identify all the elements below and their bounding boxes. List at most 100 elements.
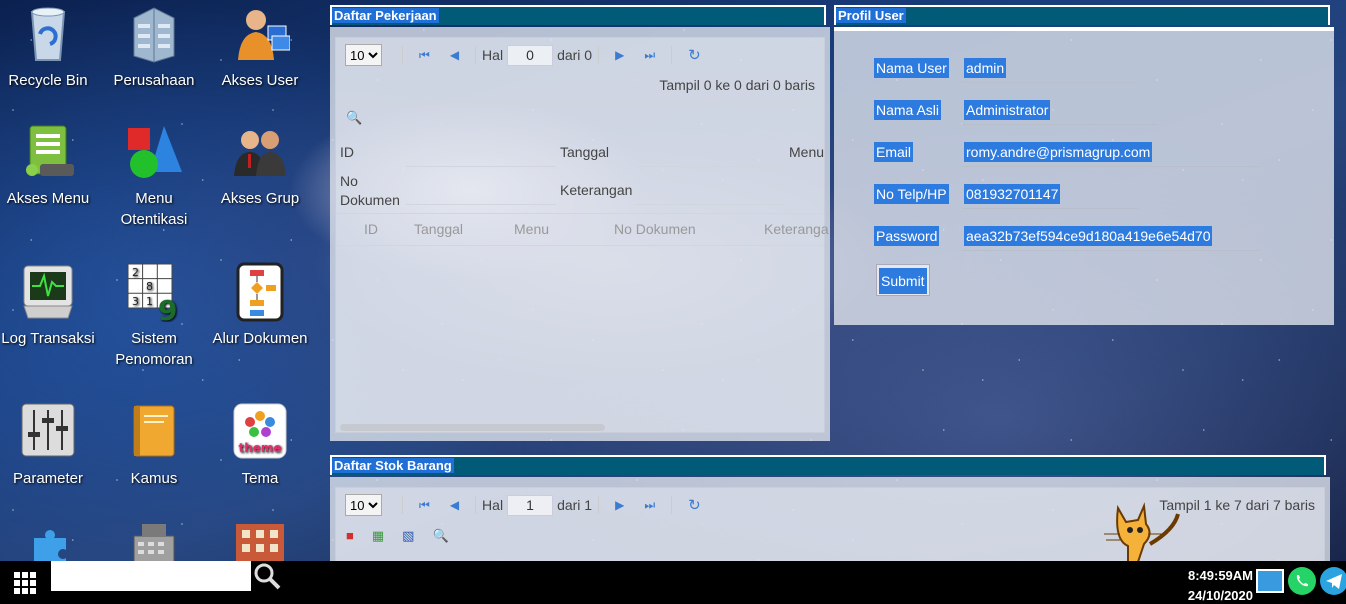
stock-list-pager: 10 ⏮ ◀ Hal 1 dari 1 ▶ ⏭ ↻ [345,492,711,518]
refresh-icon[interactable]: ↻ [688,496,701,514]
taskbar-search-input[interactable] [51,561,251,591]
page-size-select[interactable]: 10 [345,494,382,516]
field-label-nama-user: Nama User [874,58,949,78]
column-header-tanggal[interactable]: Tanggal [414,221,463,237]
desktop-icon-kamus[interactable]: Kamus [102,402,206,489]
desktop-icon-label: Menu Otentikasi [120,190,188,228]
first-page-icon[interactable]: ⏮ [419,498,430,513]
clock-date: 24/10/2020 [1187,588,1253,603]
telegram-icon[interactable] [1320,567,1346,595]
column-header-menu[interactable]: Menu [514,221,549,237]
filter-id-input[interactable] [406,166,556,167]
cash-register-icon[interactable] [128,520,180,561]
pager-separator [671,496,673,514]
desktop-icon-akses-grup[interactable]: Akses Grup [208,122,312,209]
desktop-icon-menu-otentikasi[interactable]: Menu Otentikasi [102,122,206,230]
refresh-icon[interactable]: ↻ [688,46,701,64]
flowchart-icon [230,262,290,322]
group-icon [230,122,290,182]
desktop-icon-label: Log Transaksi [1,330,95,347]
desktop-screen-icon[interactable] [1256,569,1284,593]
whatsapp-icon[interactable] [1288,567,1316,595]
page-number-input[interactable]: 0 [507,44,554,66]
work-list-panel: 10 ⏮ ◀ Hal 0 dari 0 ▶ ⏭ ↻ Tampil 0 ke 0 … [330,27,830,441]
next-page-icon[interactable]: ▶ [615,48,624,62]
desktop-icon-label: Akses Grup [220,190,300,207]
page-of-label: dari 1 [557,497,593,513]
desktop-icon-sistem-penomoran[interactable]: 28319 Sistem Penomoran [102,262,206,370]
filter-tanggal-input[interactable] [636,166,784,167]
search-icon[interactable]: 🔍 [346,110,362,126]
profile-title: Profil User [836,8,906,23]
pager-separator [475,46,477,64]
divider [336,213,824,214]
page-number-input[interactable]: 1 [507,494,554,516]
desktop-icon-akses-user[interactable]: Akses User [208,4,312,91]
search-icon[interactable] [252,561,282,591]
desktop-icon-recycle-bin[interactable]: Recycle Bin [0,4,100,91]
next-page-icon[interactable]: ▶ [615,498,624,512]
submit-button[interactable]: Submit [876,264,930,296]
desktop-icon-parameter[interactable]: Parameter [0,402,100,489]
filter-dokumen-label: Dokumen [340,192,400,208]
shapes-icon [124,122,184,182]
field-label-email: Email [874,142,914,162]
field-value-nama-asli[interactable]: Administrator [964,100,1051,120]
page-size-select[interactable]: 10 [345,44,382,66]
prev-page-icon[interactable]: ◀ [450,498,459,512]
column-header-id[interactable]: ID [364,221,378,237]
profile-header: Profil User [834,5,1330,25]
last-page-icon[interactable]: ⏭ [644,48,655,63]
word-export-icon[interactable]: ▧ [402,528,414,544]
desktop-icon-perusahaan[interactable]: Perusahaan [102,4,206,91]
filter-keterangan-input[interactable] [636,204,786,205]
svg-text:1: 1 [146,295,153,308]
recycle-bin-icon [18,4,78,64]
search-icon[interactable]: 🔍 [432,528,448,544]
desktop-icon-label: Tema [241,470,279,487]
field-label-password: Password [874,226,940,246]
menu-access-icon [18,122,78,182]
column-header-no-dokumen[interactable]: No Dokumen [614,221,696,237]
export-toolbar: ■ ▦ ▧ 🔍 [346,528,449,544]
field-value-no-telp[interactable]: 081932701147 [964,184,1061,204]
filter-tanggal-label: Tanggal [560,144,610,160]
column-header-keterangan[interactable]: Keteranga [764,221,829,237]
desktop-icon-alur-dokumen[interactable]: Alur Dokumen [208,262,312,349]
user-access-icon [230,4,291,64]
taskbar-clock: 8:49:59AM 24/10/2020 [1188,566,1253,604]
horizontal-scrollbar[interactable] [340,424,605,431]
field-label-no-telp: No Telp/HP [874,184,949,204]
office-building-icon[interactable] [232,520,288,561]
first-page-icon[interactable]: ⏮ [419,48,430,63]
theme-icon-text: theme [238,441,281,455]
pager-separator [402,46,403,64]
work-list-grid: 10 ⏮ ◀ Hal 0 dari 0 ▶ ⏭ ↻ Tampil 0 ke 0 … [335,37,829,433]
field-value-nama-user[interactable]: admin [964,58,1007,78]
svg-text:2: 2 [132,266,139,279]
puzzle-icon[interactable] [24,522,74,561]
field-label-nama-asli: Nama Asli [874,100,942,120]
desktop-icon-log-transaksi[interactable]: Log Transaksi [0,262,100,349]
desktop-icon-akses-menu[interactable]: Akses Menu [0,122,100,209]
page-label: Hal [482,47,504,63]
start-menu-icon[interactable] [14,572,36,594]
desktop-icon-label: Akses Menu [6,190,90,207]
desktop-icon-tema[interactable]: theme Tema [208,402,312,489]
field-underline [962,250,1260,251]
excel-export-icon[interactable]: ▦ [372,528,384,544]
desktop-icon-label: Recycle Bin [8,72,88,89]
svg-text:9: 9 [158,294,177,322]
pager-separator [598,496,600,514]
sudoku-numbering-icon: 28319 [124,262,184,327]
divider [336,102,824,103]
pager-separator [402,496,403,514]
field-value-email[interactable]: romy.andre@prismagrup.com [964,142,1153,162]
pdf-export-icon[interactable]: ■ [346,528,354,544]
filter-no-dokumen-input[interactable] [406,204,556,205]
prev-page-icon[interactable]: ◀ [450,48,459,62]
pager-separator [671,46,673,64]
field-value-password[interactable]: aea32b73ef594ce9d180a419e6e54d70 [964,226,1213,246]
work-list-header: Daftar Pekerjaan [330,5,826,25]
last-page-icon[interactable]: ⏭ [644,498,655,513]
